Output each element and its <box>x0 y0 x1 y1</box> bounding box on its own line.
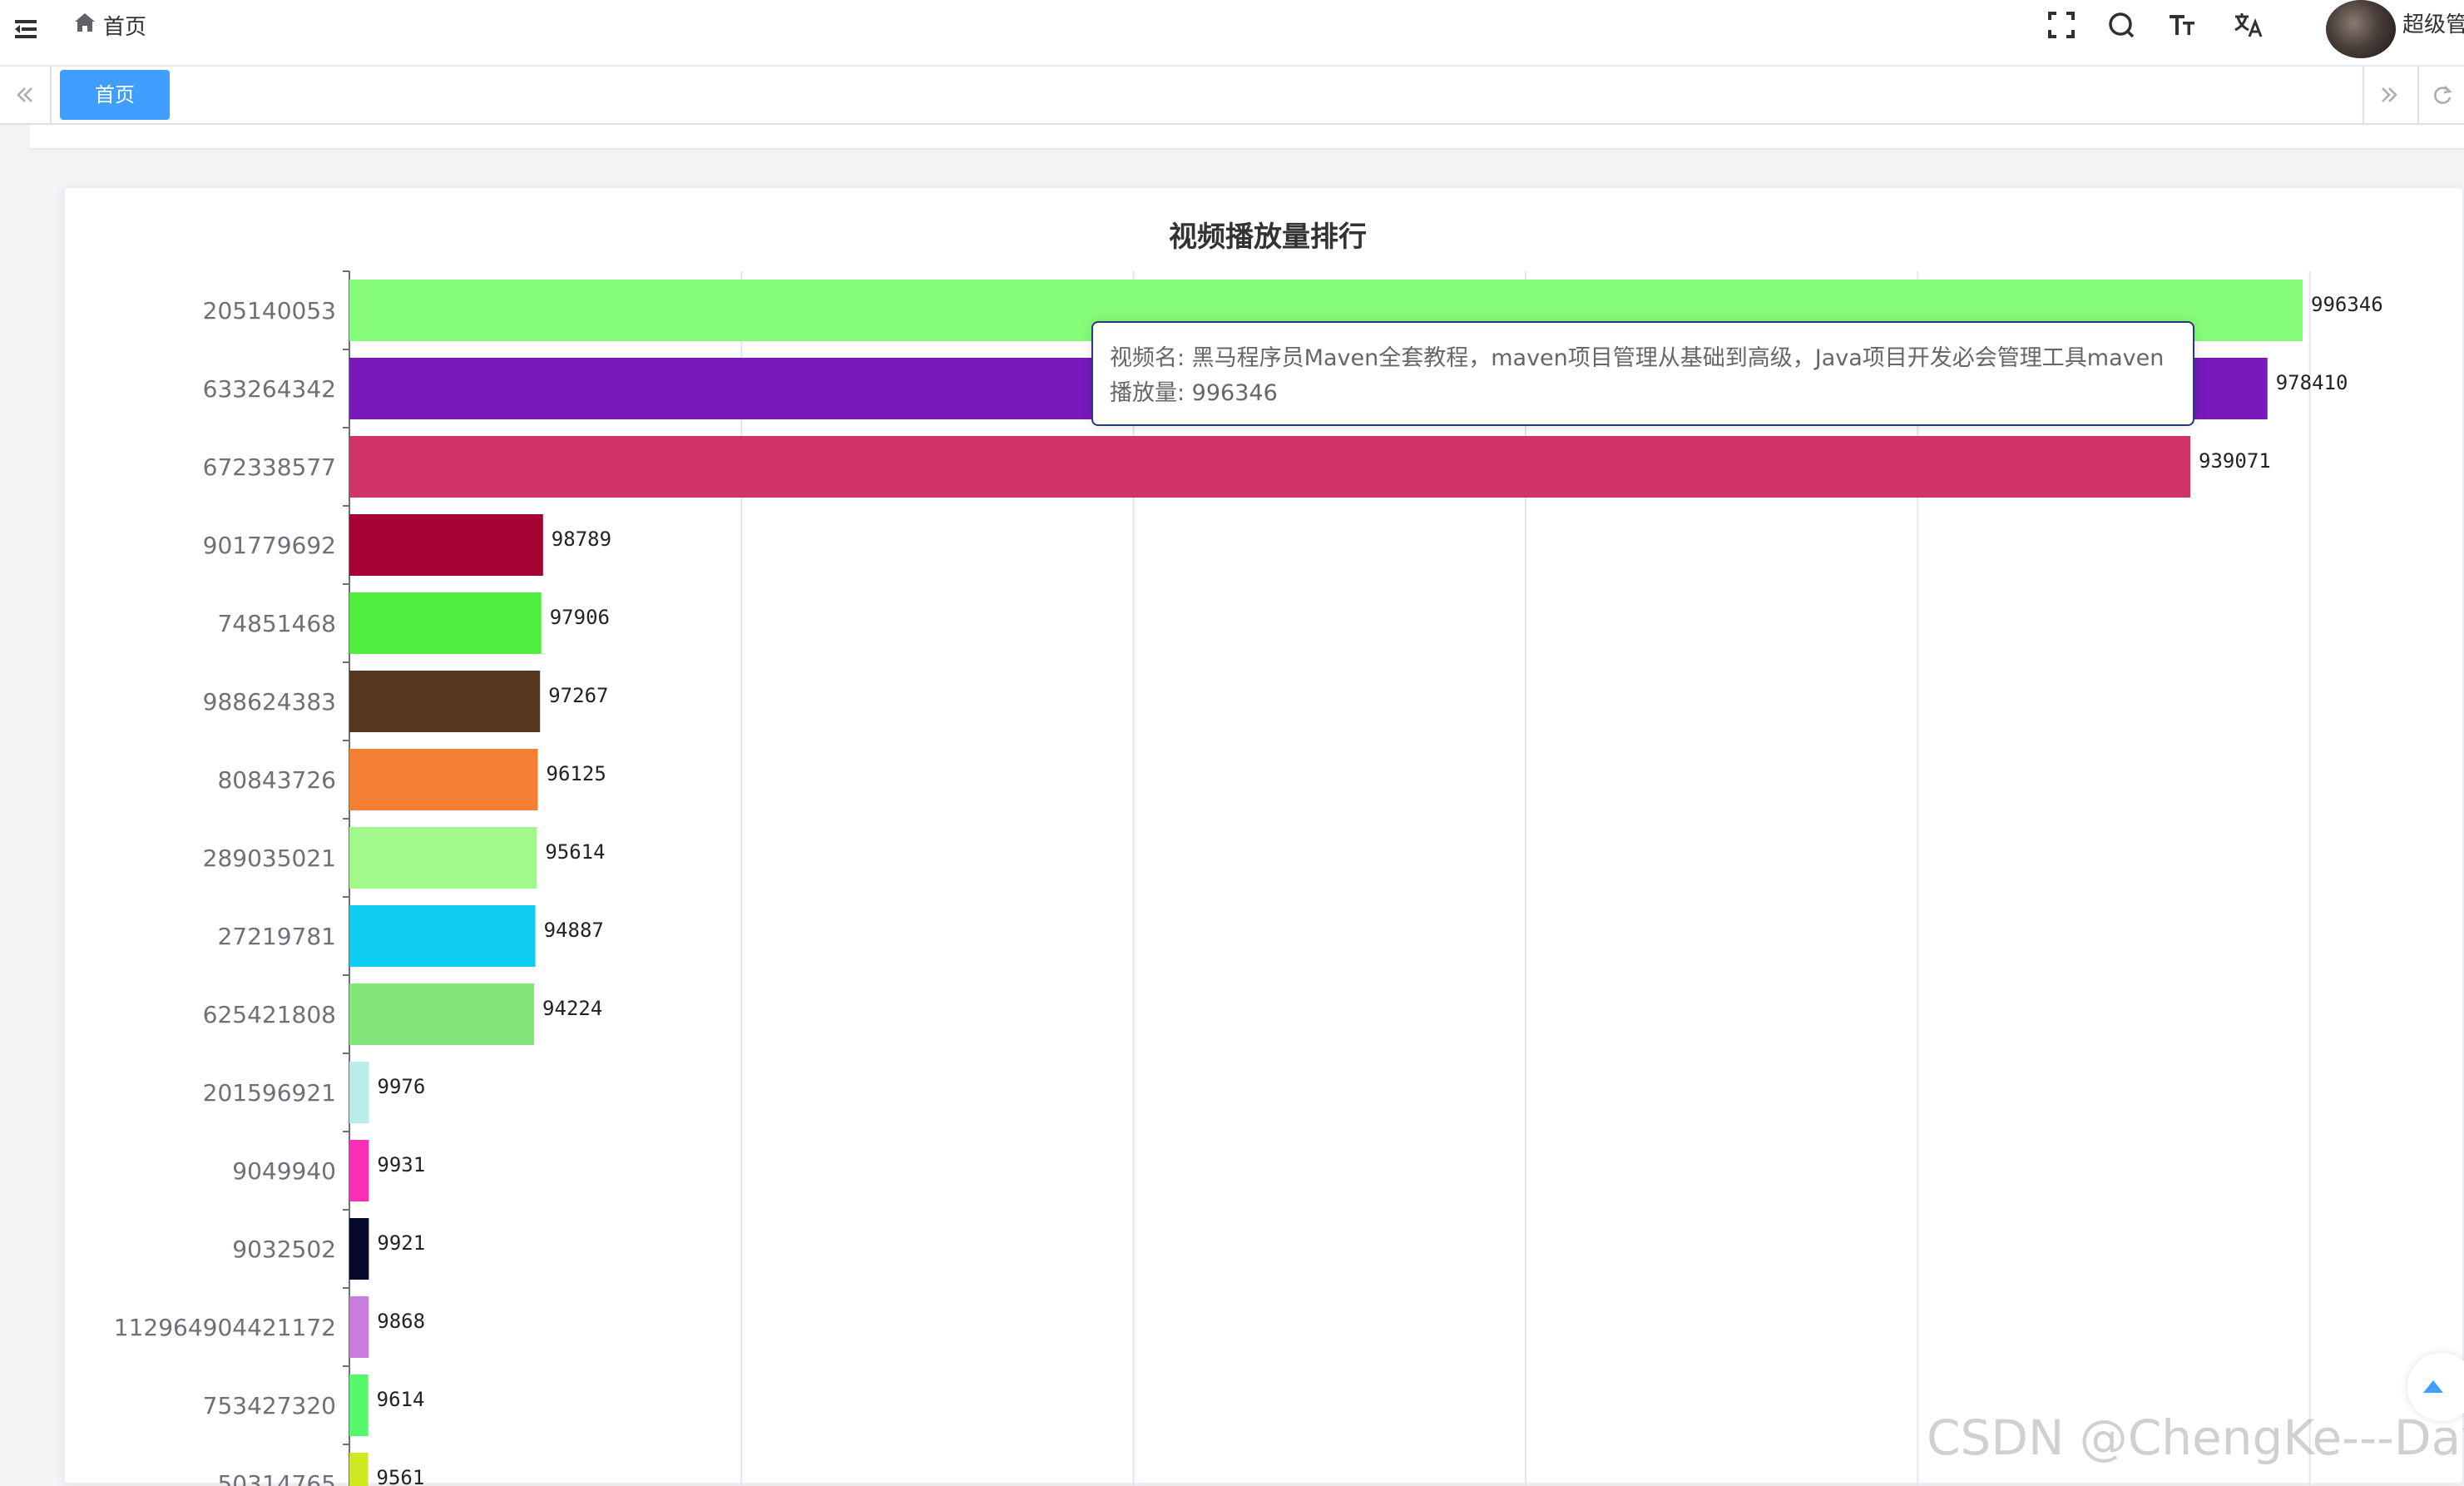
chart-title: 视频播放量排行 <box>1169 220 1367 254</box>
tag-home[interactable]: 首页 <box>60 70 170 120</box>
y-tick-label: 50314765 <box>217 1470 336 1486</box>
hamburger-icon[interactable] <box>12 13 45 47</box>
y-tick-label: 80843726 <box>217 766 336 794</box>
bar <box>349 749 538 810</box>
bar <box>349 1140 369 1201</box>
data-label: 978410 <box>2276 371 2348 394</box>
bar <box>349 1296 369 1358</box>
scroll-left-icon[interactable] <box>0 67 52 123</box>
data-label: 9976 <box>378 1075 426 1098</box>
y-tick-label: 625421808 <box>203 1001 336 1028</box>
y-tick-label: 672338577 <box>203 453 336 481</box>
data-label: 9868 <box>377 1310 425 1333</box>
data-label: 98789 <box>552 528 611 551</box>
bar <box>349 1062 369 1123</box>
scroll-right-icon[interactable] <box>2363 67 2414 123</box>
breadcrumb-home-label: 首页 <box>103 14 147 40</box>
font-size-icon[interactable] <box>2166 8 2199 42</box>
y-tick-label: 112964904421172 <box>114 1314 336 1341</box>
data-label: 97267 <box>548 684 608 707</box>
data-label: 9561 <box>377 1466 425 1486</box>
bar <box>349 1453 369 1486</box>
y-tick-label: 201596921 <box>203 1079 336 1107</box>
y-tick-label: 9032502 <box>232 1236 336 1263</box>
y-tick-label: 901779692 <box>203 532 336 559</box>
tags-view: 首页 <box>0 67 2464 125</box>
home-icon <box>73 11 96 40</box>
data-label: 95614 <box>545 840 605 864</box>
sidebar-edge <box>0 125 30 1484</box>
y-tick-label: 205140053 <box>203 297 336 324</box>
bar <box>349 1375 369 1436</box>
avatar[interactable] <box>2326 0 2396 58</box>
y-tick-label: 988624383 <box>203 688 336 716</box>
tooltip-video-name: 视频名: 黑马程序员Maven全套教程，maven项目管理从基础到高级，Java… <box>1110 345 2165 371</box>
bar <box>349 592 542 654</box>
chart-tooltip: 视频名: 黑马程序员Maven全套教程，maven项目管理从基础到高级，Java… <box>1091 321 2194 426</box>
bar <box>349 905 536 967</box>
bar <box>349 671 541 732</box>
search-icon[interactable] <box>2105 8 2138 42</box>
data-label: 94224 <box>542 997 602 1020</box>
tooltip-play-count: 播放量: 996346 <box>1110 380 1278 406</box>
breadcrumb[interactable]: 首页 <box>73 8 146 42</box>
y-tick-label: 753427320 <box>203 1392 336 1419</box>
data-label: 9931 <box>377 1153 425 1176</box>
data-label: 94887 <box>544 919 604 942</box>
fullscreen-icon[interactable] <box>2045 8 2078 42</box>
translate-icon[interactable] <box>2231 8 2264 42</box>
y-tick-label: 74851468 <box>217 610 336 637</box>
content-header-strip <box>30 125 2464 150</box>
y-tick-label: 27219781 <box>217 923 336 950</box>
data-label: 97906 <box>550 606 610 629</box>
refresh-icon[interactable] <box>2417 67 2464 123</box>
bar <box>349 514 543 576</box>
bar <box>349 827 537 889</box>
top-navbar: 首页 超级管 <box>0 0 2464 67</box>
caret-up-icon <box>2423 1380 2443 1393</box>
data-label: 939071 <box>2199 449 2271 473</box>
watermark: CSDN @ChengKe---Dawn <box>1927 1409 2464 1466</box>
y-tick-label: 9049940 <box>232 1157 336 1185</box>
y-tick-label: 289035021 <box>203 845 336 872</box>
data-label: 996346 <box>2311 293 2383 316</box>
data-label: 96125 <box>547 762 606 785</box>
bar <box>349 1218 369 1280</box>
y-tick-label: 633264342 <box>203 375 336 403</box>
data-label: 9921 <box>377 1231 425 1255</box>
user-name[interactable]: 超级管 <box>2402 8 2464 42</box>
bar <box>349 436 2191 498</box>
bar <box>349 983 535 1045</box>
data-label: 9614 <box>377 1388 425 1411</box>
